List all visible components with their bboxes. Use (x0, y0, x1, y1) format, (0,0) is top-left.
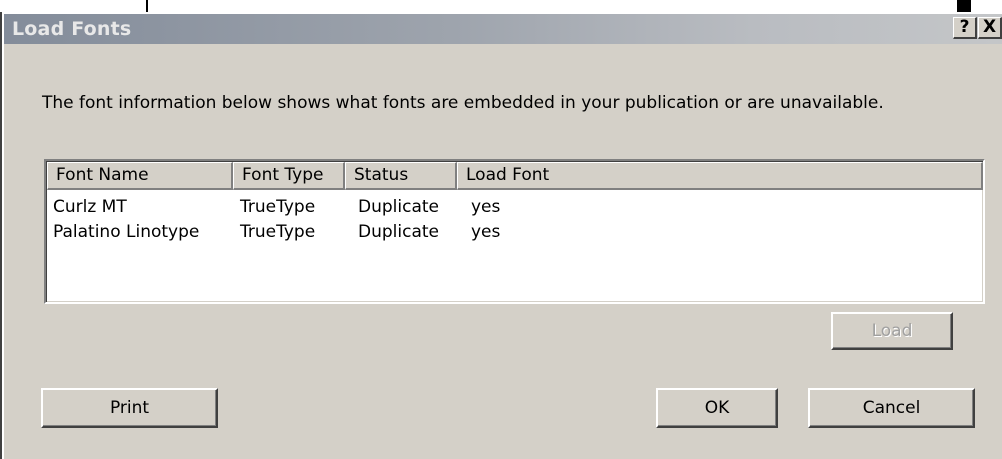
cell-load-font: yes (471, 197, 501, 217)
dialog-title: Load Fonts (12, 18, 132, 40)
column-header-font-name[interactable]: Font Name (47, 162, 233, 190)
cell-font-name: Curlz MT (53, 197, 127, 217)
cancel-button[interactable]: Cancel (808, 388, 975, 428)
cell-load-font: yes (471, 222, 501, 242)
font-list[interactable]: Font Name Font Type Status Load Font Cur… (44, 159, 985, 304)
column-header-status[interactable]: Status (345, 162, 457, 190)
cell-font-type: TrueType (240, 222, 316, 242)
cell-status: Duplicate (358, 197, 439, 217)
print-button[interactable]: Print (41, 388, 218, 428)
title-bar[interactable]: Load Fonts ? X (4, 14, 1002, 44)
cell-font-name: Palatino Linotype (53, 222, 200, 242)
table-row[interactable]: Curlz MT TrueType Duplicate yes (47, 194, 982, 220)
description-text: The font information below shows what fo… (42, 93, 884, 113)
load-button[interactable]: Load (831, 312, 953, 350)
table-row[interactable]: Palatino Linotype TrueType Duplicate yes (47, 219, 982, 245)
help-button[interactable]: ? (953, 17, 977, 39)
ok-button[interactable]: OK (656, 388, 778, 428)
close-button[interactable]: X (978, 17, 1002, 39)
load-fonts-dialog: Load Fonts ? X The font information belo… (2, 12, 1002, 459)
question-mark-icon: ? (959, 17, 970, 37)
cell-font-type: TrueType (240, 197, 316, 217)
font-list-header: Font Name Font Type Status Load Font (47, 162, 983, 190)
background-edge (146, 0, 148, 12)
column-header-load-font[interactable]: Load Font (457, 162, 983, 190)
column-header-font-type[interactable]: Font Type (233, 162, 345, 190)
close-icon: X (982, 17, 997, 37)
background-window-strip (0, 0, 1002, 12)
background-edge (957, 0, 971, 12)
cell-status: Duplicate (358, 222, 439, 242)
